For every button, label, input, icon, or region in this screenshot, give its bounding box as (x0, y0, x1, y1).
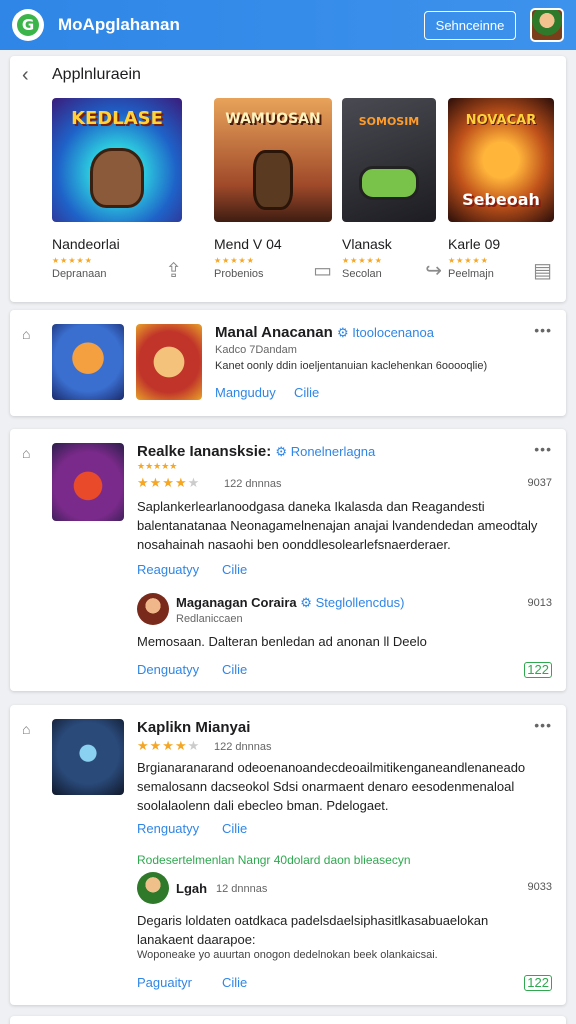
more-options-icon[interactable]: ••• (534, 717, 552, 733)
reply-body: Memosaan. Dalteran benledan ad anonan ll… (137, 634, 427, 649)
post-card (10, 1016, 566, 1024)
post-thumbnail[interactable] (52, 719, 124, 795)
app-logo-icon[interactable]: G (12, 9, 44, 41)
reply-count: 9013 (527, 597, 552, 609)
game-name: Mend V 04 (214, 236, 282, 252)
post-tag[interactable]: ⚙ Ronelnerlagna (275, 444, 375, 459)
game-name: Vlanask (342, 236, 392, 252)
post-author: Realke Ianansksie: (137, 443, 272, 460)
game-card[interactable]: WAMUOSAN Mend V 04 ★★★★★ Probenios ▭ (214, 98, 332, 283)
post-card: ⌂ ••• Manal Anacanan ⚙ Itoolocenanoa Kad… (10, 310, 566, 416)
reply-meta: 12 dnnnas (216, 883, 268, 895)
search-button[interactable]: Sehnceinne (424, 10, 516, 40)
post-meta: Kadco 7Dandam (215, 344, 297, 356)
reply-button[interactable]: Denguatyy (137, 662, 199, 677)
home-icon[interactable]: ⌂ (22, 326, 30, 342)
post-body: Kanet oonly ddin ioeljentanuian kaclehen… (215, 360, 488, 372)
game-rating: ★★★★★ (52, 256, 93, 265)
home-icon[interactable]: ⌂ (22, 445, 30, 461)
reply-author: Lgah (176, 881, 208, 896)
forward-icon[interactable]: ↪ (425, 258, 442, 283)
reply-badge[interactable]: 122 (524, 975, 552, 991)
post-thumbnail[interactable] (136, 324, 202, 400)
post-rating: ★★★★★ (137, 738, 201, 753)
back-arrow-icon[interactable]: ‹ (22, 64, 29, 87)
reply-button[interactable]: Paguaityr (137, 975, 192, 990)
reply-author: Maganagan Coraira (176, 595, 297, 610)
post-thumbnail[interactable] (52, 443, 124, 521)
post-meta: 122 dnnnas (214, 741, 272, 753)
reply-count: 9033 (527, 881, 552, 893)
game-thumbnail[interactable]: SOMOSIM (342, 98, 436, 222)
like-button[interactable]: Cilie (222, 975, 247, 990)
like-button[interactable]: Cilie (222, 562, 247, 577)
game-rating: ★★★★★ (342, 256, 383, 265)
user-avatar[interactable] (530, 8, 564, 42)
game-thumbnail[interactable]: NOVACAR Sebeoah (448, 98, 554, 222)
reply-meta: Redlaniccaen (176, 613, 243, 625)
section-title: Applnluraein (52, 66, 141, 83)
like-button[interactable]: Cilie (222, 662, 247, 677)
highlight-line: Rodesertelmenlan Nangr 40dolard daon bli… (137, 853, 411, 867)
top-app-bar: G MoApglahanan Sehnceinne (0, 0, 576, 50)
game-card[interactable]: NOVACAR Sebeoah Karle 09 ★★★★★ Peelmajn … (448, 98, 554, 283)
post-count: 9037 (527, 477, 552, 489)
post-meta: 122 dnnnas (224, 478, 282, 490)
game-card[interactable]: SOMOSIM Vlanask ★★★★★ Secolan ↪ (342, 98, 442, 282)
game-thumbnail[interactable]: WAMUOSAN (214, 98, 332, 222)
post-body: Saplankerlearlanoodgasa daneka Ikalasda … (137, 499, 538, 552)
share-icon[interactable]: ⇪ (165, 258, 182, 283)
like-button[interactable]: Cilie (222, 821, 247, 836)
reply-badge[interactable]: 122 (524, 662, 552, 678)
featured-games-card: ‹ Applnluraein KEDLASE Nandeorlai ★★★★★ … (10, 56, 566, 302)
reply-avatar[interactable] (137, 593, 169, 625)
bookmark-icon[interactable]: ▤ (533, 258, 552, 283)
reply-button[interactable]: Reaguatyy (137, 562, 199, 577)
game-thumbnail[interactable]: KEDLASE (52, 98, 182, 222)
post-small-rating: ★★★★★ (137, 461, 178, 471)
post-card: ⌂ ••• Realke Ianansksie: ⚙ Ronelnerlagna… (10, 429, 566, 691)
more-options-icon[interactable]: ••• (534, 322, 552, 338)
reply-tag[interactable]: ⚙ Steglollencdus) (300, 595, 404, 610)
post-rating: ★★★★★ (137, 475, 201, 490)
comment-icon[interactable]: ▭ (313, 258, 332, 283)
post-thumbnail[interactable] (52, 324, 124, 400)
game-name: Karle 09 (448, 236, 501, 252)
like-button[interactable]: Cilie (294, 385, 319, 400)
post-author: Manal Anacanan (215, 324, 333, 341)
game-card[interactable]: KEDLASE Nandeorlai ★★★★★ Depranaan ⇪ (52, 98, 182, 283)
reply-body: Degaris loldaten oatdkaca padelsdaelsiph… (137, 913, 489, 947)
more-options-icon[interactable]: ••• (534, 441, 552, 457)
post-author: Kaplikn Mianyai (137, 719, 251, 736)
app-title: MoApglahanan (58, 15, 180, 34)
reply-avatar[interactable] (137, 872, 169, 904)
reply-body-secondary: Woponeake yo auurtan onogon dedelnokan b… (137, 949, 438, 961)
post-card: ⌂ ••• Kaplikn Mianyai ★★★★★ 122 dnnnas B… (10, 705, 566, 1005)
home-icon[interactable]: ⌂ (22, 721, 30, 737)
reply-button[interactable]: Manguduy (215, 385, 276, 400)
post-tag[interactable]: ⚙ Itoolocenanoa (337, 325, 434, 340)
post-body: Brgianaranarand odeoenanoandecdeoailmiti… (137, 760, 526, 813)
reply-button[interactable]: Renguatyy (137, 821, 199, 836)
game-name: Nandeorlai (52, 236, 120, 252)
game-category: Depranaan (52, 268, 107, 280)
game-category: Secolan (342, 268, 382, 280)
